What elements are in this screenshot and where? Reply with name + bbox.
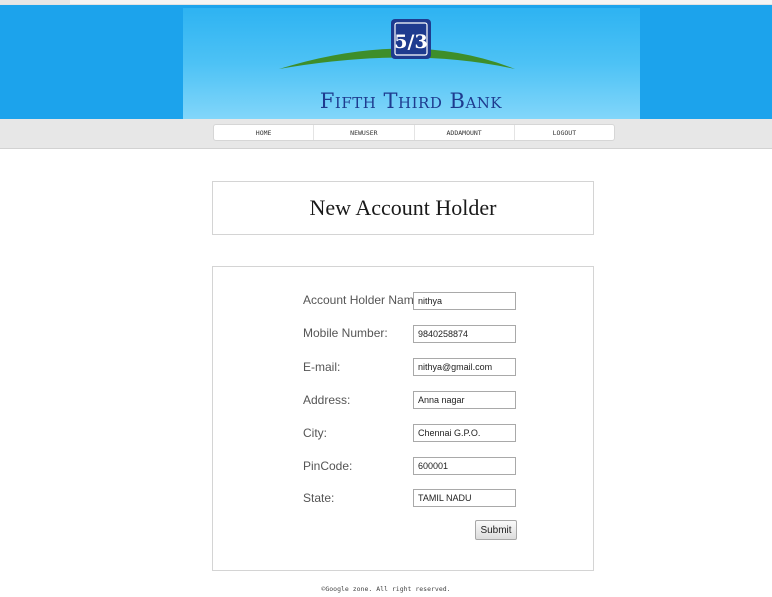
mobile-number-label: Mobile Number: [303,326,388,340]
nav-menu: HOME NEWUSER ADDAMOUNT LOGOUT [213,124,615,141]
submit-button[interactable]: Submit [475,520,517,540]
bank-name-text: Fifth Third Bank [320,89,503,113]
browser-tab-edge [0,0,70,4]
logo-mark-text: 5/3 [394,31,427,53]
mobile-number-input[interactable] [413,325,516,343]
address-label: Address: [303,393,351,407]
footer-copyright: ©Google zone. All right reserved. [321,585,451,593]
state-label: State: [303,491,335,505]
email-label: E-mail: [303,360,341,374]
email-input[interactable] [413,358,516,376]
nav-item-newuser[interactable]: NEWUSER [314,125,415,140]
city-label: City: [303,426,327,440]
pincode-label: PinCode: [303,459,353,473]
fifth-third-bank-logo: 5/3 Fifth Third Bank [279,19,515,113]
nav-item-home[interactable]: HOME [214,125,315,140]
nav-item-logout[interactable]: LOGOUT [515,125,614,140]
nav-bar: HOME NEWUSER ADDAMOUNT LOGOUT [0,119,772,149]
banner-logo-area: 5/3 Fifth Third Bank [183,8,640,119]
pincode-input[interactable] [413,457,516,475]
page-title: New Account Holder [309,195,497,220]
nav-item-addamount[interactable]: ADDAMOUNT [415,125,515,140]
header-banner: 5/3 Fifth Third Bank [0,5,772,119]
account-holder-name-input[interactable] [413,292,516,310]
account-form: Account Holder Name: Mobile Number: E-ma… [212,266,594,571]
page-title-box: New Account Holder [212,181,594,235]
city-input[interactable] [413,424,516,442]
account-holder-name-label: Account Holder Name: [303,293,424,307]
address-input[interactable] [413,391,516,409]
state-input[interactable] [413,489,516,507]
